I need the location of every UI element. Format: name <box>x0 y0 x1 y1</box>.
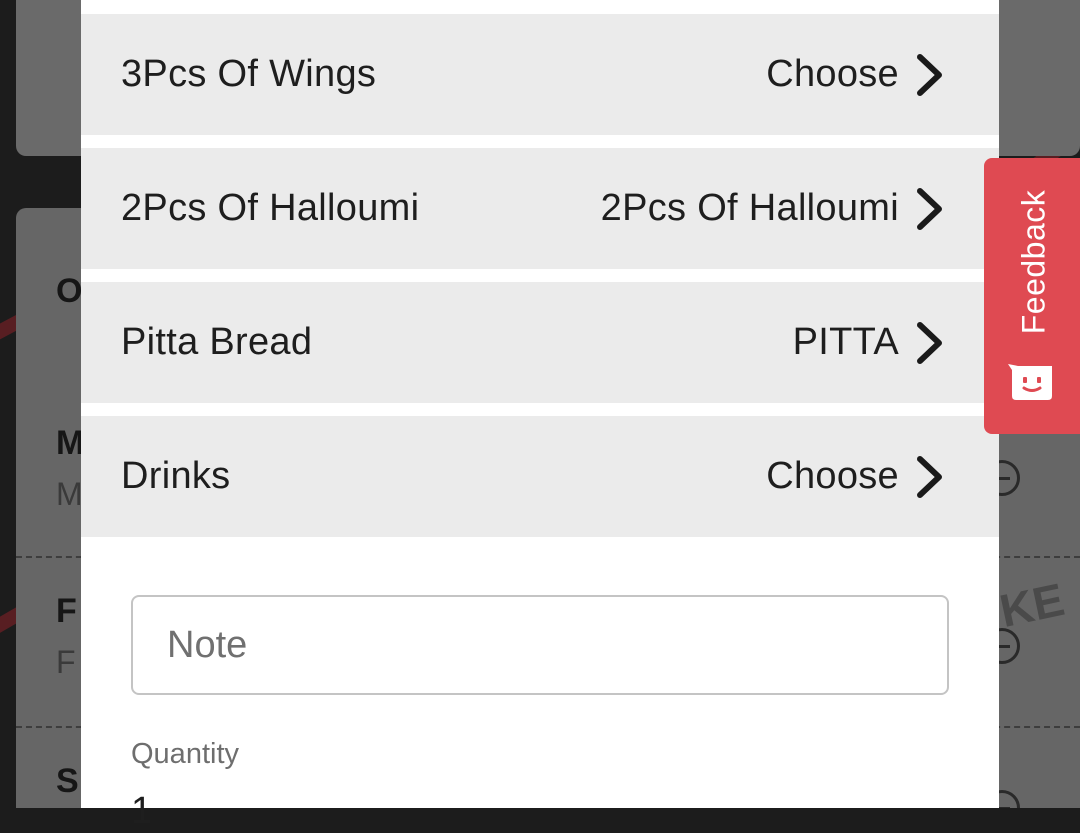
chevron-right-icon <box>917 321 942 364</box>
option-label: Drinks <box>121 455 231 497</box>
bg-item-title: S <box>56 762 79 800</box>
option-row-wings[interactable]: 3Pcs Of Wings Choose <box>81 14 999 135</box>
bg-section-title: O <box>56 272 83 310</box>
option-selection: PITTA <box>793 320 945 366</box>
option-label: 3Pcs Of Wings <box>121 53 377 95</box>
feedback-button[interactable]: Feedback <box>984 158 1080 434</box>
feedback-label: Feedback <box>1015 189 1052 335</box>
option-value: Choose <box>766 53 899 95</box>
chevron-right-icon <box>917 53 942 96</box>
option-label: 2Pcs Of Halloumi <box>121 187 420 229</box>
quantity-label: Quantity <box>131 738 239 770</box>
chevron-right-icon <box>917 455 942 498</box>
option-selection: Choose <box>766 454 945 500</box>
bg-item-subtitle: F <box>56 644 76 680</box>
option-row-drinks[interactable]: Drinks Choose <box>81 416 999 537</box>
bg-item-subtitle: M <box>56 476 83 512</box>
quantity-value[interactable]: 1 <box>131 790 152 833</box>
chevron-right-icon <box>917 187 942 230</box>
item-options-modal: 3Pcs Of Wings Choose 2Pcs Of Halloumi 2P… <box>81 0 999 832</box>
option-row-pitta-bread[interactable]: Pitta Bread PITTA <box>81 282 999 403</box>
option-value: Choose <box>766 455 899 497</box>
bg-item-title: F <box>56 592 77 630</box>
option-selection: Choose <box>766 52 945 98</box>
note-input[interactable] <box>131 595 949 695</box>
feedback-face-icon <box>1008 364 1052 400</box>
option-selection: 2Pcs Of Halloumi <box>601 186 945 232</box>
option-label: Pitta Bread <box>121 321 313 363</box>
option-value: 2Pcs Of Halloumi <box>600 187 899 229</box>
option-row-halloumi[interactable]: 2Pcs Of Halloumi 2Pcs Of Halloumi <box>81 148 999 269</box>
option-value: PITTA <box>792 321 899 363</box>
